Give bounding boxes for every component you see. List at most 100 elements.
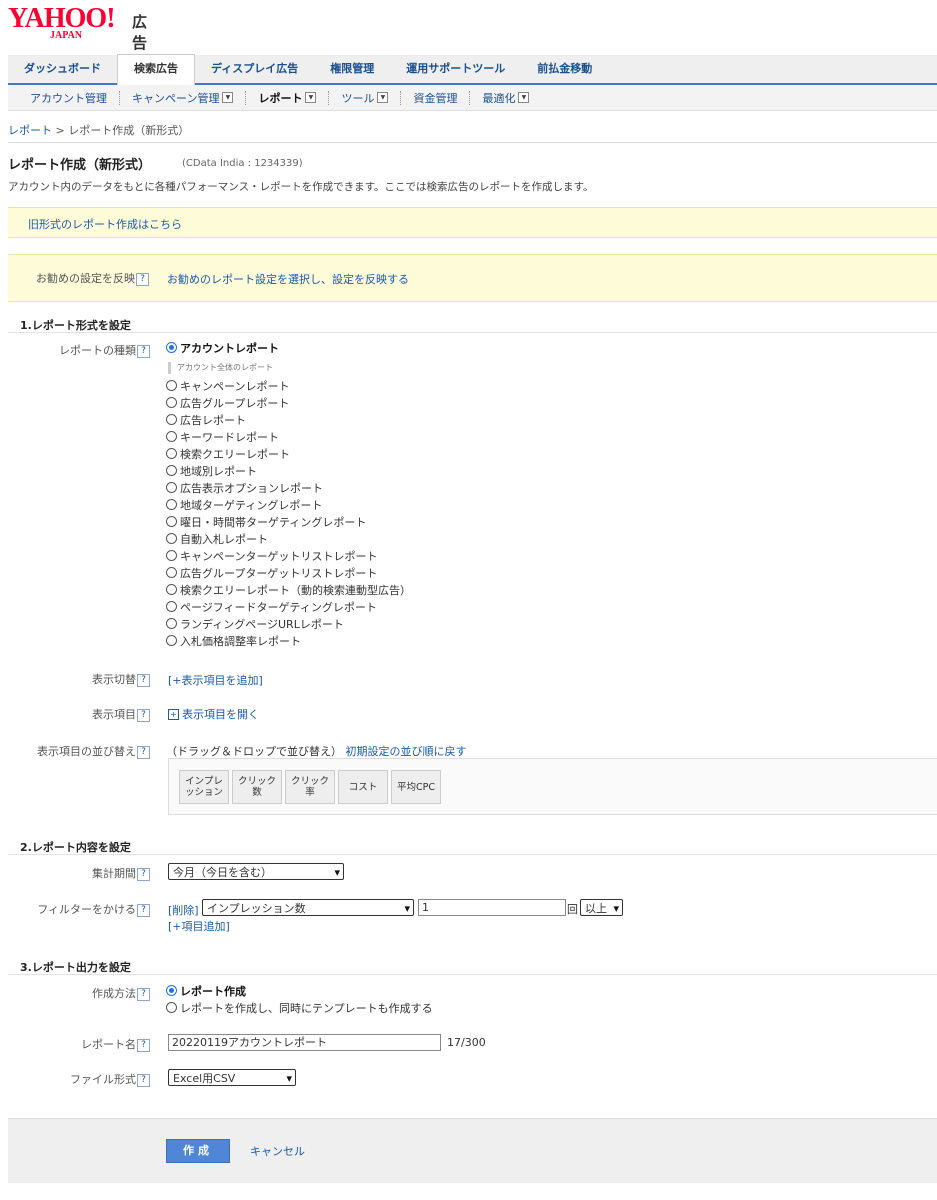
sortable-item-avg-cpc[interactable]: 平均CPC — [391, 770, 441, 804]
help-icon[interactable]: ? — [137, 673, 150, 687]
subnav-account-management[interactable]: アカウント管理 — [8, 90, 119, 106]
help-icon[interactable]: ? — [137, 708, 150, 722]
subnav-optimization[interactable]: 最適化 ▼ — [470, 90, 541, 106]
sortable-items-area: インプレ ッション クリック数 クリック率 コスト 平均CPC — [168, 758, 937, 815]
report-type-option[interactable]: 検索クエリーレポート（動的検索連動型広告） — [166, 581, 411, 598]
help-icon[interactable]: ? — [137, 344, 150, 358]
option-label: レポートを作成し、同時にテンプレートも作成する — [180, 1001, 433, 1015]
option-label: 検索クエリーレポート（動的検索連動型広告） — [180, 583, 411, 597]
filter-delete-link[interactable]: [削除] — [168, 902, 199, 918]
tab-search-ads[interactable]: 検索広告 — [117, 54, 195, 85]
chevron-down-icon[interactable]: ▼ — [305, 92, 317, 103]
display-toggle-label-cell: 表示切替? — [0, 671, 150, 687]
report-type-option[interactable]: 入札価格調整率レポート — [166, 632, 411, 649]
sort-order-label-cell: 表示項目の並び替え? — [0, 743, 150, 759]
file-format-select[interactable]: Excel用CSV — [168, 1069, 296, 1087]
radio-icon[interactable] — [166, 482, 177, 493]
radio-icon[interactable] — [166, 533, 177, 544]
report-type-option[interactable]: 広告表示オプションレポート — [166, 479, 411, 496]
open-display-items[interactable]: + 表示項目を開く — [168, 706, 259, 722]
report-type-account-option[interactable]: アカウントレポート — [166, 339, 279, 356]
report-type-option[interactable]: 広告グループレポート — [166, 394, 411, 411]
section2-title: 2.レポート内容を設定 — [20, 841, 131, 854]
radio-icon[interactable] — [166, 550, 177, 561]
report-type-option[interactable]: 地域ターゲティングレポート — [166, 496, 411, 513]
report-type-option[interactable]: ランディングページURLレポート — [166, 615, 411, 632]
help-icon[interactable]: ? — [137, 867, 150, 881]
tab-support-tools[interactable]: 運用サポートツール — [390, 55, 521, 83]
sortable-item-cost[interactable]: コスト — [338, 770, 388, 804]
cancel-link[interactable]: キャンセル — [250, 1143, 305, 1159]
subnav-campaign-management[interactable]: キャンペーン管理 ▼ — [120, 90, 245, 106]
chevron-down-icon[interactable]: ▼ — [222, 92, 234, 103]
add-filter-item-link[interactable]: [+項目追加] — [168, 918, 230, 934]
open-display-items-link[interactable]: 表示項目を開く — [182, 706, 259, 722]
filter-operator-select[interactable]: 以上 — [580, 899, 623, 917]
radio-selected-icon[interactable] — [166, 342, 177, 353]
reset-order-link[interactable]: 初期設定の並び順に戻す — [346, 745, 467, 758]
radio-icon[interactable] — [166, 397, 177, 408]
report-type-option[interactable]: 曜日・時間帯ターゲティングレポート — [166, 513, 411, 530]
help-icon[interactable]: ? — [137, 1038, 150, 1052]
report-type-option[interactable]: 広告レポート — [166, 411, 411, 428]
radio-icon[interactable] — [166, 499, 177, 510]
help-icon[interactable]: ? — [136, 272, 149, 286]
radio-icon[interactable] — [166, 618, 177, 629]
report-type-option[interactable]: 広告グループターゲットリストレポート — [166, 564, 411, 581]
chevron-down-icon[interactable]: ▼ — [518, 92, 530, 103]
method-report-and-template-option[interactable]: レポートを作成し、同時にテンプレートも作成する — [166, 999, 433, 1016]
filter-value-input[interactable]: 1 — [418, 899, 566, 916]
method-report-only-option[interactable]: レポート作成 — [166, 982, 433, 999]
sortable-item-impressions[interactable]: インプレ ッション — [179, 770, 229, 804]
report-type-option[interactable]: キャンペーンターゲットリストレポート — [166, 547, 411, 564]
subnav-report[interactable]: レポート ▼ — [246, 90, 328, 106]
radio-icon[interactable] — [166, 380, 177, 391]
filter-field-select[interactable]: インプレッション数 — [202, 899, 414, 917]
radio-icon[interactable] — [166, 431, 177, 442]
help-icon[interactable]: ? — [137, 903, 150, 917]
subnav-tools[interactable]: ツール ▼ — [329, 90, 400, 106]
report-type-option[interactable]: 検索クエリーレポート — [166, 445, 411, 462]
report-type-option[interactable]: キャンペーンレポート — [166, 377, 411, 394]
radio-icon[interactable] — [166, 448, 177, 459]
option-label: ランディングページURLレポート — [180, 617, 344, 631]
period-label-text: 集計期間 — [92, 867, 136, 880]
expand-plus-icon[interactable]: + — [168, 708, 179, 720]
period-select[interactable]: 今月（今日を含む） — [168, 863, 344, 881]
radio-selected-icon[interactable] — [166, 985, 177, 996]
tab-dashboard[interactable]: ダッシュボード — [8, 55, 117, 83]
option-label: キーワードレポート — [180, 430, 279, 444]
chip-text: クリック率 — [291, 776, 329, 798]
tab-prepayment-transfer[interactable]: 前払金移動 — [521, 55, 608, 83]
report-type-option[interactable]: キーワードレポート — [166, 428, 411, 445]
breadcrumb-report-link[interactable]: レポート — [8, 124, 52, 137]
help-icon[interactable]: ? — [137, 1073, 150, 1087]
radio-icon[interactable] — [166, 601, 177, 612]
old-format-link[interactable]: 旧形式のレポート作成はこちら — [28, 216, 182, 232]
tab-display-ads[interactable]: ディスプレイ広告 — [195, 55, 314, 83]
create-button[interactable]: 作成 — [166, 1139, 230, 1163]
chevron-down-icon[interactable]: ▼ — [377, 92, 389, 103]
chip-line: 率 — [305, 787, 315, 798]
radio-icon[interactable] — [166, 465, 177, 476]
radio-icon[interactable] — [166, 584, 177, 595]
report-type-option[interactable]: 地域別レポート — [166, 462, 411, 479]
radio-icon[interactable] — [166, 516, 177, 527]
tab-permissions[interactable]: 権限管理 — [314, 55, 390, 83]
help-icon[interactable]: ? — [137, 745, 150, 759]
radio-icon[interactable] — [166, 567, 177, 578]
subnav-funds-management[interactable]: 資金管理 — [401, 90, 469, 106]
report-name-input[interactable]: 20220119アカウントレポート — [168, 1034, 441, 1051]
help-icon[interactable]: ? — [137, 987, 150, 1001]
sortable-item-clicks[interactable]: クリック数 — [232, 770, 282, 804]
radio-icon[interactable] — [166, 1002, 177, 1013]
radio-icon[interactable] — [166, 635, 177, 646]
add-display-items-link[interactable]: [+表示項目を追加] — [168, 672, 263, 688]
filter-label-text: フィルターをかける — [37, 903, 136, 916]
sortable-item-ctr[interactable]: クリック率 — [285, 770, 335, 804]
recommend-settings-link[interactable]: お勧めのレポート設定を選択し、設定を反映する — [167, 271, 409, 287]
report-type-option[interactable]: ページフィードターゲティングレポート — [166, 598, 411, 615]
radio-icon[interactable] — [166, 414, 177, 425]
yahoo-ads-logo[interactable]: YAHOO! JAPAN 広告 — [8, 5, 147, 53]
report-type-option[interactable]: 自動入札レポート — [166, 530, 411, 547]
